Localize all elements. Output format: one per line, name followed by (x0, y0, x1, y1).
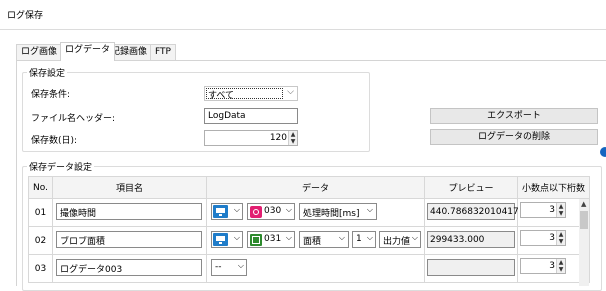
scroll-up-icon[interactable]: ▲ (581, 200, 586, 208)
chevron-down-icon: ⌵ (366, 233, 373, 242)
col-preview: プレビュー (424, 176, 518, 199)
decimals-value: 3 (549, 261, 555, 271)
decimals-stepper[interactable]: 3 ▲ ▼ (520, 258, 566, 274)
table-row: 03 ログデータ003 -- ⌵ 3 ▲ ▼ (28, 254, 590, 283)
condition-select[interactable]: すべて ⌵ (204, 86, 298, 101)
row-name-cell: ブロブ面積 (52, 226, 207, 255)
tool-select[interactable]: 030 ⌵ (247, 203, 295, 220)
row-name-value: 撮像時間 (60, 209, 97, 219)
chevron-down-icon: ⌵ (237, 261, 244, 270)
spin-buttons[interactable]: ▲ ▼ (288, 131, 297, 145)
decimals-value: 3 (549, 205, 555, 215)
row-data-cell: -- ⌵ (206, 254, 425, 283)
chevron-down-icon: ⌵ (411, 233, 418, 242)
scroll-thumb[interactable] (580, 211, 588, 229)
tab-log-data[interactable]: ログデータ (60, 42, 116, 61)
grid-scrollbar[interactable]: ▲ (579, 199, 589, 286)
window-title: ログ保存 (7, 11, 44, 21)
days-stepper[interactable]: 120 ▲ ▼ (204, 130, 298, 146)
chevron-down-icon: ⌵ (285, 205, 292, 214)
source-select[interactable]: ⌵ (211, 231, 243, 248)
spin-buttons[interactable]: ▲ ▼ (556, 259, 565, 273)
row-name-input[interactable]: 撮像時間 (56, 203, 202, 220)
item-select[interactable]: 処理時間[ms] ⌵ (299, 203, 377, 220)
row-data-cell: ⌵ 030 ⌵ 処理時間[ms] ⌵ (206, 198, 425, 227)
decimals-stepper[interactable]: 3 ▲ ▼ (520, 230, 566, 246)
preview-field (427, 259, 515, 276)
col-no: No. (28, 176, 53, 199)
row-name-input[interactable]: ブロブ面積 (56, 231, 202, 248)
days-label: 保存数(日): (31, 136, 78, 146)
preview-field: 299433.000 (427, 231, 515, 248)
source-value: -- (215, 262, 222, 272)
output-value: 出力値 (383, 237, 411, 247)
file-header-input[interactable]: LogData (204, 108, 298, 124)
col-name: 項目名 (52, 176, 207, 199)
row-no: 01 (28, 198, 53, 227)
source-select[interactable]: ⌵ (211, 203, 243, 220)
export-button[interactable]: エクスポート (430, 108, 598, 124)
item-select[interactable]: 面積 ⌵ (299, 231, 349, 248)
spin-buttons[interactable]: ▲ ▼ (556, 231, 565, 245)
condition-value: すべて (208, 91, 235, 101)
days-value: 120 (269, 133, 287, 143)
row-data-cell: ⌵ 031 ⌵ 面積 ⌵ 1 ⌵ 出力値 ⌵ (206, 226, 425, 255)
decimals-value: 3 (549, 233, 555, 243)
row-preview-cell: 440.786832010417 (424, 198, 519, 227)
chevron-down-icon: ⌵ (233, 205, 240, 214)
monitor-icon (213, 233, 228, 246)
table-header-row: No. 項目名 データ プレビュー 小数点以下桁数 (28, 176, 590, 199)
source-select[interactable]: -- ⌵ (211, 259, 247, 276)
row-no: 03 (28, 254, 53, 283)
area-icon (250, 234, 262, 246)
status-indicator (600, 147, 606, 157)
timer-icon (250, 206, 262, 218)
monitor-icon (213, 205, 228, 218)
preview-field: 440.786832010417 (427, 203, 519, 220)
chevron-down-icon: ⌵ (287, 87, 294, 97)
header-label: ファイル名ヘッダー: (31, 114, 116, 124)
col-decimals: 小数点以下桁数 (517, 176, 590, 199)
table-row: 02 ブロブ面積 ⌵ 031 ⌵ 面積 ⌵ 1 ⌵ 出力値 ⌵ 299433.0… (28, 226, 590, 255)
row-name-cell: ログデータ003 (52, 254, 207, 283)
preview-value: 299433.000 (430, 235, 485, 245)
delete-log-button[interactable]: ログデータの削除 (430, 129, 598, 145)
row-name-cell: 撮像時間 (52, 198, 207, 227)
condition-label: 保存条件: (31, 90, 71, 100)
decimals-stepper[interactable]: 3 ▲ ▼ (520, 202, 566, 218)
save-data-table: No. 項目名 データ プレビュー 小数点以下桁数 01 撮像時間 ⌵ 030 … (28, 176, 590, 283)
tool-select[interactable]: 031 ⌵ (247, 231, 295, 248)
row-preview-cell: 299433.000 (424, 226, 518, 255)
row-name-input[interactable]: ログデータ003 (56, 259, 202, 276)
tool-number: 031 (264, 234, 282, 244)
item-value: 面積 (303, 237, 322, 247)
save-data-legend: 保存データ設定 (27, 160, 95, 173)
save-settings-legend: 保存設定 (27, 66, 68, 79)
chevron-down-icon: ⌵ (338, 233, 345, 242)
index-value: 1 (356, 234, 362, 244)
col-data: データ (206, 176, 425, 199)
chevron-down-icon: ⌵ (366, 205, 373, 214)
item-value: 処理時間[ms] (303, 209, 360, 219)
tab-ftp[interactable]: FTP (150, 44, 176, 60)
row-preview-cell (424, 254, 518, 283)
row-no: 02 (28, 226, 53, 255)
tool-number: 030 (264, 206, 282, 216)
table-row: 01 撮像時間 ⌵ 030 ⌵ 処理時間[ms] ⌵ 440.786832010… (28, 198, 590, 227)
chevron-down-icon: ⌵ (285, 233, 292, 242)
spin-buttons[interactable]: ▲ ▼ (556, 203, 565, 217)
index-select[interactable]: 1 ⌵ (352, 231, 376, 248)
output-select[interactable]: 出力値 ⌵ (379, 231, 421, 248)
row-name-value: ブロブ面積 (60, 237, 106, 247)
title-divider (0, 29, 606, 30)
tab-log-image[interactable]: ログ画像 (16, 44, 63, 60)
preview-value: 440.786832010417 (430, 207, 519, 217)
row-name-value: ログデータ003 (60, 265, 123, 275)
chevron-down-icon: ⌵ (233, 233, 240, 242)
file-header-value: LogData (208, 111, 246, 121)
